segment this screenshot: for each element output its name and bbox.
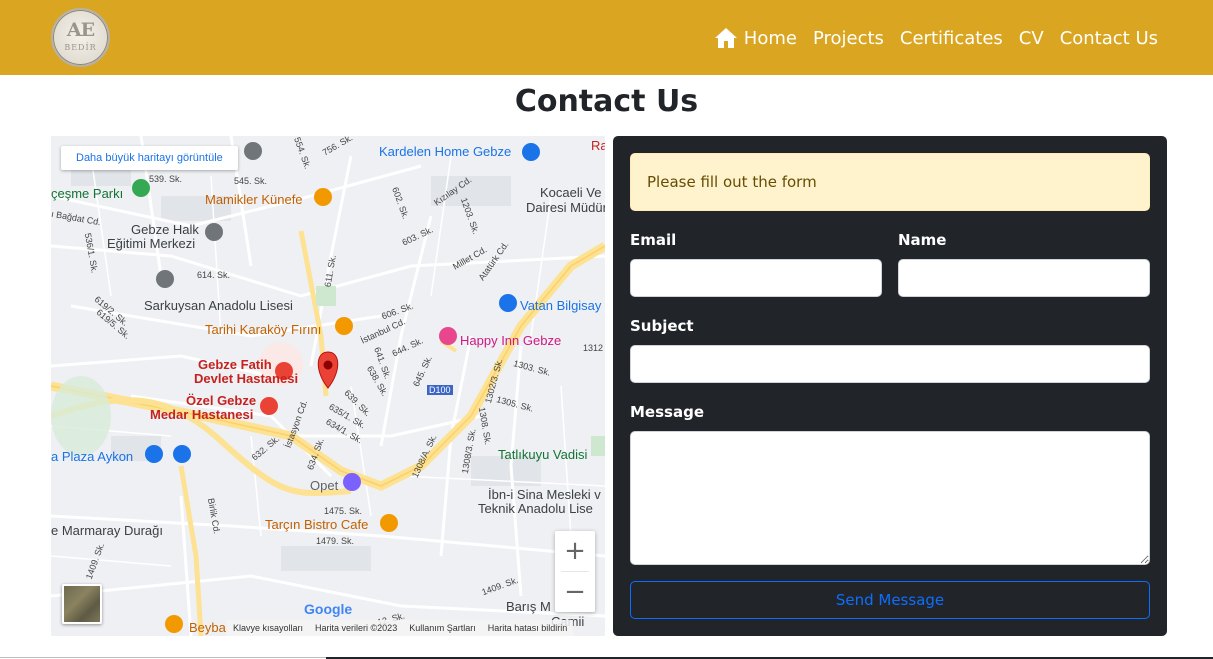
page-title: Contact Us <box>514 84 699 119</box>
zoom-out-button[interactable]: − <box>555 572 595 612</box>
map-place-label: Gebze Halk <box>131 222 199 237</box>
map-street-label: 614. Sk. <box>197 270 231 280</box>
zoom-control: + − <box>555 531 595 612</box>
name-label: Name <box>898 231 947 249</box>
map-place-label: Mamikler Künefe <box>205 192 303 207</box>
map-place-label: Eğitimi Merkezi <box>107 236 196 251</box>
terms-link[interactable]: Kullanım Şartları <box>409 623 476 633</box>
satellite-toggle-button[interactable] <box>62 584 102 624</box>
map-place-label: e Marmaray Durağı <box>51 523 163 538</box>
navbar: AE BEDİR Home Projects Certificates CV C… <box>0 0 1213 75</box>
logo-mark: AE <box>66 19 95 41</box>
map-place-label: a Plaza Aykon <box>51 449 134 464</box>
map-street-label: 1312 <box>583 343 604 353</box>
map-place-label: Sarkuysan Anadolu Lisesi <box>144 298 293 313</box>
map-place-label: Tarihi Karaköy Fırını <box>205 322 322 337</box>
map-place-label: Tatlıkuyu Vadisi <box>498 447 588 462</box>
site-logo[interactable]: AE BEDİR <box>51 8 110 67</box>
map-place-label: Devlet Hastanesi <box>194 371 299 386</box>
map-place-label: Gebze Fatih <box>198 357 272 372</box>
message-label: Message <box>630 403 704 421</box>
map-place-label: Opet <box>310 478 339 493</box>
map-attribution: Klavye kısayolları Harita verileri ©2023… <box>227 620 574 636</box>
map-place-label: Dairesi Müdürlük <box>526 200 605 215</box>
name-field[interactable] <box>898 259 1150 297</box>
map-place-label: Kardelen Home Gebze <box>379 144 512 159</box>
nav-certificates[interactable]: Certificates <box>900 28 1003 49</box>
footer-divider-left <box>0 657 326 658</box>
email-field[interactable] <box>630 259 882 297</box>
map-place-label: Beyba <box>189 620 226 635</box>
map-street-label: 1475. Sk. <box>324 506 363 516</box>
nav-contact[interactable]: Contact Us <box>1060 28 1158 49</box>
google-logo: Google <box>304 601 352 617</box>
home-icon <box>714 28 737 48</box>
larger-map-link[interactable]: Daha büyük haritayı görüntüle <box>61 146 238 170</box>
map-street-label: D100 <box>427 385 453 395</box>
message-field[interactable] <box>630 431 1150 565</box>
map-place-label: Barış M <box>506 599 551 614</box>
map-canvas[interactable] <box>51 136 605 636</box>
nav-cv[interactable]: CV <box>1019 28 1044 49</box>
contact-form-panel: Please fill out the form Email Name Subj… <box>613 136 1167 636</box>
map-place-label: Tarçın Bistro Cafe <box>265 517 369 532</box>
embedded-map[interactable]: Daha büyük haritayı görüntüle Kardelen H… <box>51 136 605 636</box>
nav-projects[interactable]: Projects <box>813 28 884 49</box>
map-place-label: Medar Hastanesi <box>150 407 254 422</box>
zoom-in-button[interactable]: + <box>555 531 595 571</box>
nav-home[interactable]: Home <box>714 27 797 49</box>
logo-subtitle: BEDİR <box>64 43 97 52</box>
map-place-label: Teknik Anadolu Lise <box>478 501 593 516</box>
keyboard-shortcuts-link[interactable]: Klavye kısayolları <box>233 623 303 633</box>
map-place-label: Vatan Bilgisay <box>520 298 602 313</box>
send-message-button[interactable]: Send Message <box>630 581 1150 619</box>
map-place-label: Happy Inn Gebze <box>460 333 562 348</box>
nav-home-label: Home <box>743 27 797 49</box>
map-street-label: 539. Sk. <box>149 174 183 184</box>
map-place-label: İbn-i Sina Mesleki v <box>488 487 601 502</box>
report-error-link[interactable]: Harita hatası bildirin <box>488 623 568 633</box>
subject-label: Subject <box>630 317 694 335</box>
map-place-label: çeşme Parkı <box>51 186 124 201</box>
map-data-text: Harita verileri ©2023 <box>315 623 398 633</box>
subject-field[interactable] <box>630 345 1150 383</box>
map-place-label: Kocaeli Ve <box>540 185 602 200</box>
map-place-label: Ra <box>591 138 605 153</box>
email-label: Email <box>630 231 677 249</box>
map-place-label: Özel Gebze <box>186 393 257 408</box>
google-logo-text: Google <box>304 601 353 617</box>
map-street-label: 1479. Sk. <box>316 536 355 546</box>
nav-links: Home Projects Certificates CV Contact Us <box>698 27 1158 49</box>
form-alert: Please fill out the form <box>630 153 1150 211</box>
map-street-label: 545. Sk. <box>234 176 268 186</box>
